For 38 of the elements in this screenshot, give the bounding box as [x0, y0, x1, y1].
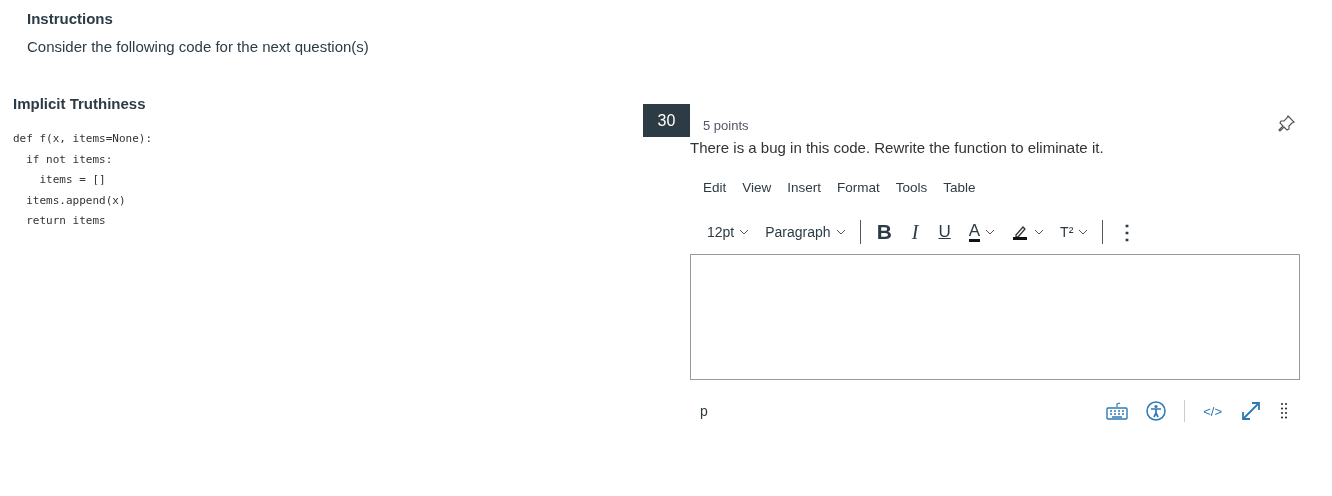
code-line: items.append(x): [25, 193, 127, 209]
stimulus-title: Implicit Truthiness: [13, 95, 147, 112]
menu-item[interactable]: View: [734, 176, 780, 199]
caret-icon: [985, 229, 996, 235]
highlighter-icon: [1011, 224, 1030, 240]
html-editor-button[interactable]: </>: [1203, 403, 1222, 419]
superscript-button[interactable]: T²: [1052, 220, 1097, 244]
code-line: if not items:: [25, 152, 114, 168]
points-label: 5 points: [703, 118, 749, 133]
element-path: p: [700, 403, 708, 419]
resize-grip-icon[interactable]: [1280, 402, 1288, 420]
font-size-dropdown[interactable]: 12pt: [699, 220, 758, 244]
menu-item[interactable]: Insert: [779, 176, 830, 199]
italic-button[interactable]: I: [901, 220, 929, 244]
menu-item[interactable]: Tools: [887, 176, 936, 199]
menu-item[interactable]: Table: [935, 176, 984, 199]
caret-icon: [1034, 229, 1045, 235]
block-format-dropdown[interactable]: Paragraph: [757, 220, 854, 244]
caret-icon: [1078, 229, 1089, 235]
code-line: def f(x, items=None):: [13, 132, 154, 147]
expand-icon[interactable]: [1240, 400, 1262, 422]
more-button[interactable]: ⋮: [1109, 220, 1146, 244]
caret-icon: [835, 229, 846, 235]
question-number: 30: [643, 104, 690, 137]
keyboard-icon[interactable]: [1106, 402, 1129, 420]
bold-button[interactable]: B: [866, 220, 902, 244]
accessibility-icon[interactable]: [1146, 401, 1167, 421]
text-color-button[interactable]: A: [960, 218, 1004, 246]
code-line: items = []: [38, 173, 107, 188]
caret-icon: [739, 229, 750, 235]
instructions-title: Instructions: [27, 10, 114, 27]
menu-item[interactable]: Edit: [695, 176, 735, 199]
question-text: There is a bug in this code. Rewrite the function to eliminate it.: [690, 139, 1105, 156]
code-line: return items: [25, 214, 107, 229]
underline-button[interactable]: U: [928, 222, 961, 242]
instructions-text: Consider the following code for the next question(s): [27, 38, 370, 55]
menu-item[interactable]: Format: [829, 176, 888, 199]
pin-icon[interactable]: [1278, 113, 1296, 132]
